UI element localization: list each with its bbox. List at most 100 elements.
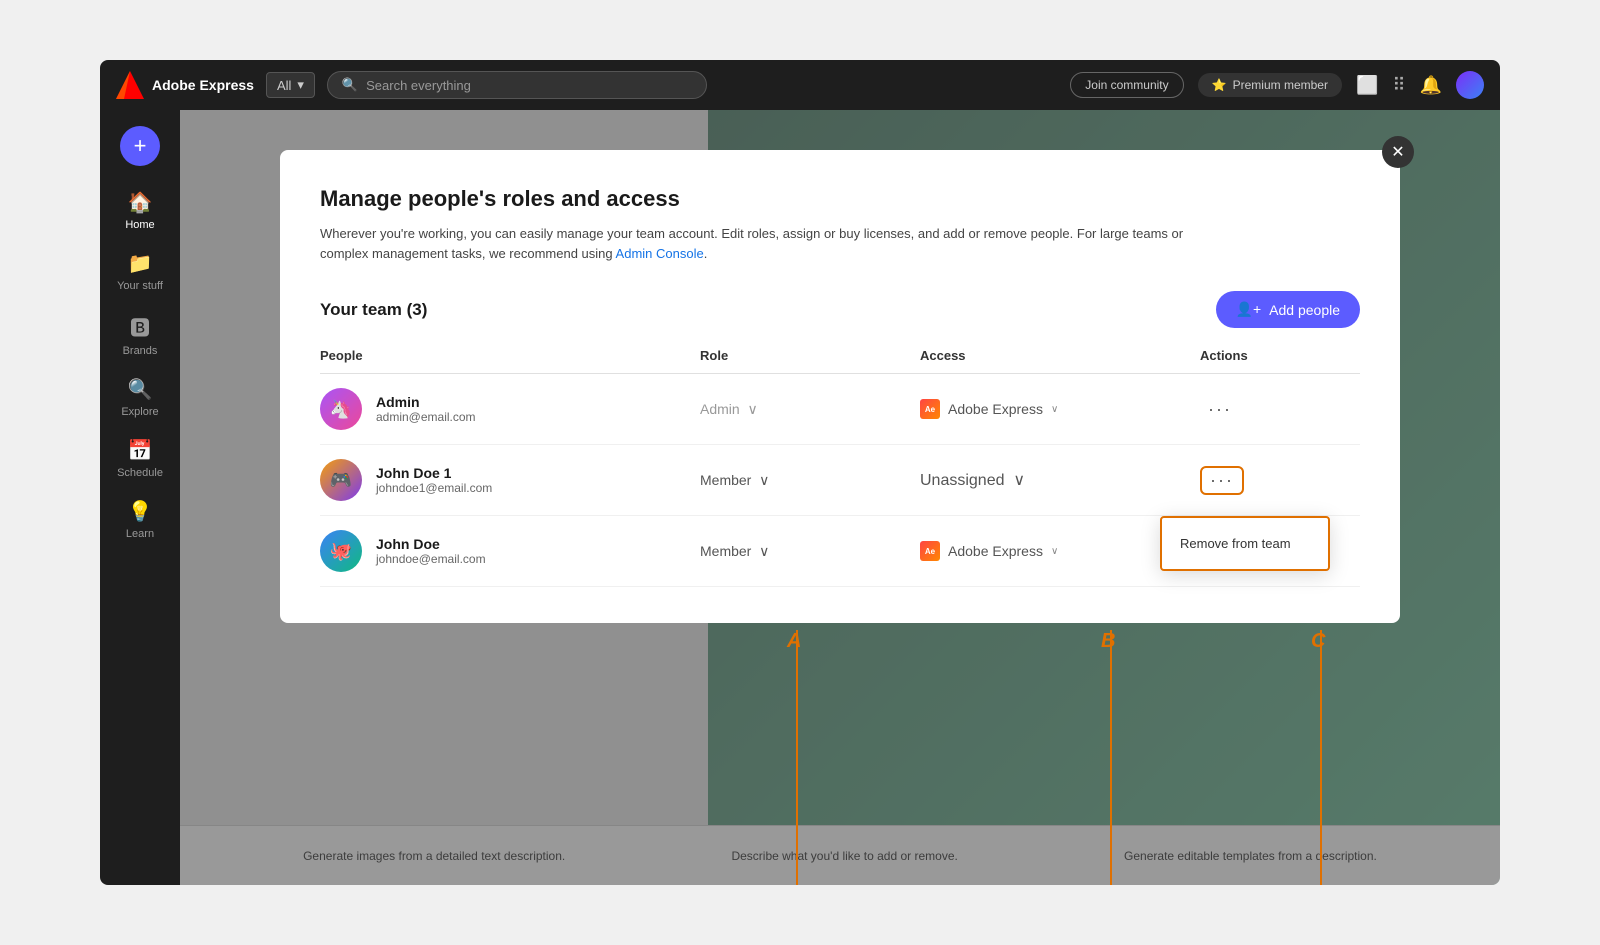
actions-button-admin[interactable]: ···	[1200, 395, 1240, 424]
learn-icon: 💡	[128, 499, 153, 524]
dropdown-chevron-icon: ▾	[297, 77, 304, 93]
col-header-people: People	[320, 348, 700, 363]
access-label-admin: Adobe Express	[948, 401, 1043, 417]
unassigned-label[interactable]: Unassigned ∨	[920, 470, 1025, 490]
sidebar-item-schedule[interactable]: 📅 Schedule	[100, 430, 180, 487]
sidebar-schedule-label: Schedule	[117, 467, 163, 479]
add-people-icon: 👤+	[1236, 301, 1262, 318]
role-cell-admin: Admin ∨	[700, 401, 920, 418]
table-row: 🦄 Admin admin@email.com Admin ∨	[320, 374, 1360, 445]
access-cell-admin: Ae Adobe Express ∨	[920, 399, 1200, 419]
actions-cell-johndoe1: ··· Remove from team	[1200, 466, 1320, 495]
plus-icon: +	[134, 133, 147, 159]
actions-dropdown-johndoe1: Remove from team	[1160, 516, 1330, 571]
avatar-johndoe: 🐙	[320, 530, 362, 572]
search-bar[interactable]: 🔍 Search everything	[327, 71, 707, 99]
annotation-label-c: C	[1311, 630, 1325, 653]
avatar-johndoe1: 🎮	[320, 459, 362, 501]
sidebar-item-your-stuff[interactable]: 📁 Your stuff	[100, 243, 180, 300]
add-people-label: Add people	[1269, 302, 1340, 318]
sidebar-item-brands[interactable]: 🅱 Brands	[100, 304, 180, 365]
person-name-admin: Admin	[376, 394, 476, 410]
sidebar-item-home[interactable]: 🏠 Home	[100, 182, 180, 239]
annotation-label-a: A	[787, 630, 801, 653]
premium-label: Premium member	[1233, 78, 1328, 92]
person-cell-johndoe1: 🎮 John Doe 1 johndoe1@email.com	[320, 459, 700, 501]
share-icon[interactable]: ⬜	[1356, 75, 1378, 96]
actions-cell-admin: ···	[1200, 395, 1320, 424]
home-icon: 🏠	[128, 190, 153, 215]
person-email-johndoe1: johndoe1@email.com	[376, 481, 492, 495]
annotation-line-c	[1320, 630, 1322, 885]
topbar-right: Join community ⭐ Premium member ⬜ ⠿ 🔔	[1070, 71, 1484, 99]
annotation-line-b	[1110, 630, 1112, 885]
sidebar-learn-label: Learn	[126, 528, 154, 540]
annotation-line-a	[796, 630, 798, 885]
role-badge-johndoe1[interactable]: Member ∨	[700, 472, 769, 489]
search-placeholder: Search everything	[366, 78, 471, 93]
person-email-admin: admin@email.com	[376, 410, 476, 424]
app-window: Adobe Express All ▾ 🔍 Search everything …	[100, 60, 1500, 885]
brands-icon: 🅱	[130, 312, 150, 341]
sidebar-brands-label: Brands	[123, 345, 158, 357]
join-community-button[interactable]: Join community	[1070, 72, 1183, 98]
access-cell-johndoe1: Unassigned ∨	[920, 470, 1200, 490]
explore-icon: 🔍	[128, 377, 153, 402]
notifications-icon[interactable]: 🔔	[1420, 75, 1442, 96]
app-logo: Adobe Express	[116, 71, 254, 99]
role-cell-johndoe: Member ∨	[700, 543, 920, 560]
access-badge-admin[interactable]: Ae Adobe Express ∨	[920, 399, 1058, 419]
app-name-label: Adobe Express	[152, 77, 254, 93]
add-people-button[interactable]: 👤+ Add people	[1216, 291, 1360, 328]
access-chevron-icon: ∨	[1051, 404, 1058, 415]
remove-from-team-item[interactable]: Remove from team	[1162, 526, 1328, 561]
topbar: Adobe Express All ▾ 🔍 Search everything …	[100, 60, 1500, 110]
modal-title: Manage people's roles and access	[320, 186, 1360, 212]
person-name-johndoe1: John Doe 1	[376, 465, 492, 481]
role-badge-johndoe[interactable]: Member ∨	[700, 543, 769, 560]
modal-desc-text: Wherever you're working, you can easily …	[320, 226, 1183, 261]
sidebar-item-explore[interactable]: 🔍 Explore	[100, 369, 180, 426]
main-layout: + 🏠 Home 📁 Your stuff 🅱 Brands 🔍 Explore	[100, 110, 1500, 885]
annotation-label-b: B	[1101, 630, 1115, 653]
sidebar-home-label: Home	[125, 219, 154, 231]
access-label-johndoe: Adobe Express	[948, 543, 1043, 559]
actions-button-johndoe1[interactable]: ···	[1200, 466, 1244, 495]
adobe-express-icon-johndoe: Ae	[920, 541, 940, 561]
team-header: Your team (3) 👤+ Add people	[320, 291, 1360, 328]
sidebar-explore-label: Explore	[121, 406, 158, 418]
premium-icon: ⭐	[1212, 78, 1227, 92]
schedule-icon: 📅	[128, 438, 153, 463]
modal-overlay: ✕ Manage people's roles and access Where…	[180, 110, 1500, 885]
avatar-admin: 🦄	[320, 388, 362, 430]
user-avatar[interactable]	[1456, 71, 1484, 99]
filter-label: All	[277, 78, 291, 93]
modal-close-button[interactable]: ✕	[1382, 136, 1414, 168]
person-cell-admin: 🦄 Admin admin@email.com	[320, 388, 700, 430]
team-title: Your team (3)	[320, 300, 427, 320]
access-badge-johndoe[interactable]: Ae Adobe Express ∨	[920, 541, 1058, 561]
col-header-role: Role	[700, 348, 920, 363]
person-info-johndoe1: John Doe 1 johndoe1@email.com	[376, 465, 492, 495]
search-icon: 🔍	[342, 77, 358, 93]
close-icon: ✕	[1391, 142, 1404, 162]
sidebar: + 🏠 Home 📁 Your stuff 🅱 Brands 🔍 Explore	[100, 110, 180, 885]
folder-icon: 📁	[128, 251, 153, 276]
person-cell-johndoe: 🐙 John Doe johndoe@email.com	[320, 530, 700, 572]
adobe-logo-icon	[116, 71, 144, 99]
create-button[interactable]: +	[120, 126, 160, 166]
filter-dropdown[interactable]: All ▾	[266, 72, 315, 98]
admin-console-link[interactable]: Admin Console	[616, 246, 704, 261]
apps-icon[interactable]: ⠿	[1392, 75, 1405, 96]
access-cell-johndoe: Ae Adobe Express ∨	[920, 541, 1200, 561]
person-info-admin: Admin admin@email.com	[376, 394, 476, 424]
premium-member-button[interactable]: ⭐ Premium member	[1198, 73, 1342, 97]
modal-description: Wherever you're working, you can easily …	[320, 224, 1220, 263]
app-background: Adobe Express All ▾ 🔍 Search everything …	[0, 0, 1600, 945]
sidebar-item-learn[interactable]: 💡 Learn	[100, 491, 180, 548]
content-area: ✕ Manage people's roles and access Where…	[180, 110, 1500, 885]
table-row: 🎮 John Doe 1 johndoe1@email.com Member ∨	[320, 445, 1360, 516]
person-info-johndoe: John Doe johndoe@email.com	[376, 536, 486, 566]
sidebar-your-stuff-label: Your stuff	[117, 280, 163, 292]
col-header-access: Access	[920, 348, 1200, 363]
